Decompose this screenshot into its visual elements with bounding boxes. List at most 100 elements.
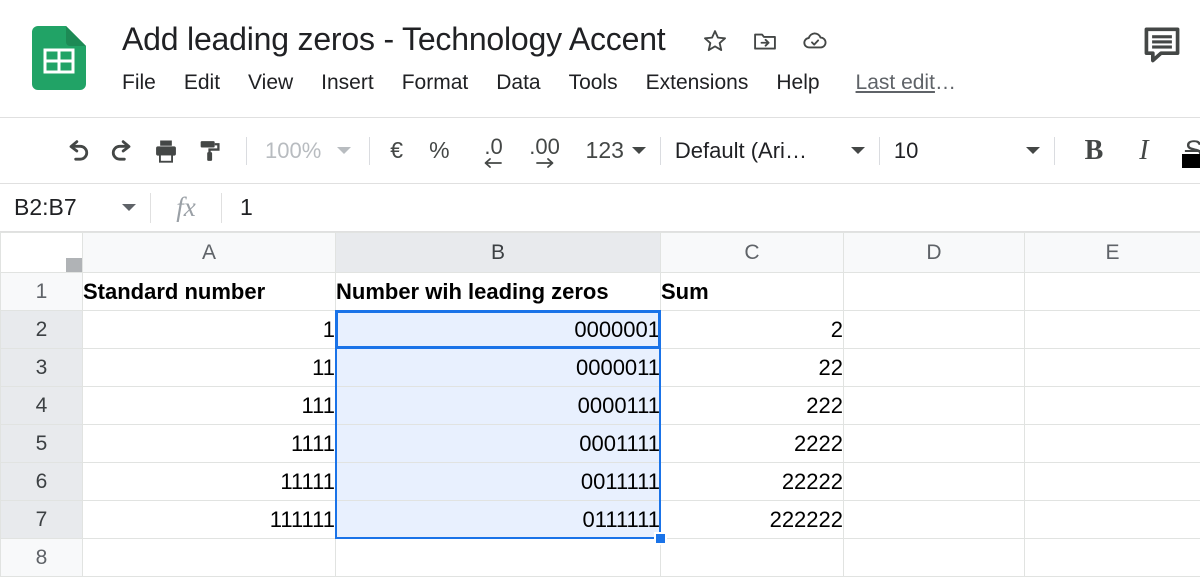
cell-e1[interactable]: [1024, 272, 1200, 311]
column-header-d[interactable]: D: [843, 232, 1025, 273]
cell-a5[interactable]: 1111: [82, 424, 336, 463]
row-header-7[interactable]: 7: [0, 500, 83, 539]
chevron-down-icon[interactable]: [122, 204, 136, 211]
cell-b8[interactable]: [335, 538, 661, 577]
cell-a7[interactable]: 111111: [82, 500, 336, 539]
document-title[interactable]: Add leading zeros - Technology Accent: [122, 16, 666, 62]
menu-item-format[interactable]: Format: [388, 68, 483, 98]
cell-d2[interactable]: [843, 310, 1025, 349]
cell-e2[interactable]: [1024, 310, 1200, 349]
cell-b3[interactable]: 0000011: [335, 348, 661, 387]
comment-icon[interactable]: [1140, 22, 1184, 66]
cell-c2[interactable]: 2: [660, 310, 844, 349]
move-to-folder-icon[interactable]: [751, 27, 779, 55]
select-all-corner[interactable]: [0, 232, 83, 273]
cloud-saved-icon[interactable]: [801, 27, 829, 55]
chevron-down-icon: [631, 147, 646, 154]
cell-d6[interactable]: [843, 462, 1025, 501]
undo-icon: [69, 139, 89, 161]
number-format-select[interactable]: 123: [586, 137, 646, 164]
row-header-6[interactable]: 6: [0, 462, 83, 501]
cell-a6[interactable]: 11111: [82, 462, 336, 501]
menu-item-edit[interactable]: Edit: [170, 68, 234, 98]
fill-handle[interactable]: [654, 532, 667, 545]
chevron-down-icon: [850, 147, 865, 154]
menu-item-view[interactable]: View: [234, 68, 307, 98]
cell-b7[interactable]: 0111111: [335, 500, 661, 539]
cell-e3[interactable]: [1024, 348, 1200, 387]
row-header-3[interactable]: 3: [0, 348, 83, 387]
sheets-logo-icon[interactable]: [32, 26, 86, 90]
cell-c4[interactable]: 222: [660, 386, 844, 425]
cell-c5[interactable]: 2222: [660, 424, 844, 463]
name-box[interactable]: B2:B7: [0, 184, 150, 231]
menu-item-data[interactable]: Data: [482, 68, 554, 98]
cell-c3[interactable]: 22: [660, 348, 844, 387]
cell-d5[interactable]: [843, 424, 1025, 463]
currency-format-button[interactable]: €: [384, 137, 409, 164]
column-header-e[interactable]: E: [1024, 232, 1200, 273]
column-header-c[interactable]: C: [660, 232, 844, 273]
cell-d7[interactable]: [843, 500, 1025, 539]
spreadsheet-grid: A B C D E 1 Standard number Number wih l…: [0, 232, 1200, 580]
title-row: Add leading zeros - Technology Accent: [122, 16, 829, 62]
formula-input[interactable]: 1: [222, 184, 1200, 231]
menu-item-extensions[interactable]: Extensions: [632, 68, 763, 98]
font-size-value: 10: [893, 137, 919, 163]
cell-e4[interactable]: [1024, 386, 1200, 425]
cell-d4[interactable]: [843, 386, 1025, 425]
undo-button[interactable]: [56, 129, 100, 173]
zoom-select[interactable]: 100%: [261, 138, 355, 164]
last-edit-status[interactable]: Last edit…: [856, 68, 956, 98]
row-header-2[interactable]: 2: [0, 310, 83, 349]
row-header-4[interactable]: 4: [0, 386, 83, 425]
select-all-triangle-icon: [66, 258, 82, 272]
cell-a1[interactable]: Standard number: [82, 272, 336, 311]
cell-c8[interactable]: [660, 538, 844, 577]
print-button[interactable]: [144, 129, 188, 173]
row-header-5[interactable]: 5: [0, 424, 83, 463]
row-header-1[interactable]: 1: [0, 272, 83, 311]
cell-c6[interactable]: 22222: [660, 462, 844, 501]
chevron-down-icon: [1025, 147, 1040, 154]
bold-button[interactable]: B: [1069, 129, 1119, 173]
column-header-b[interactable]: B: [335, 232, 661, 273]
cell-b5[interactable]: 0001111: [335, 424, 661, 463]
cell-a3[interactable]: 11: [82, 348, 336, 387]
cell-b6[interactable]: 0011111: [335, 462, 661, 501]
cell-e8[interactable]: [1024, 538, 1200, 577]
increase-decimal-button[interactable]: .00: [518, 129, 572, 173]
row-header-8[interactable]: 8: [0, 538, 83, 577]
cell-b2[interactable]: 0000001: [335, 310, 661, 349]
cell-e5[interactable]: [1024, 424, 1200, 463]
percent-format-button[interactable]: %: [423, 137, 455, 164]
menu-bar: File Edit View Insert Format Data Tools …: [122, 68, 956, 98]
italic-button[interactable]: I: [1119, 129, 1169, 173]
cell-a4[interactable]: 111: [82, 386, 336, 425]
cell-b4[interactable]: 0000111: [335, 386, 661, 425]
cell-d3[interactable]: [843, 348, 1025, 387]
font-size-select[interactable]: 10: [894, 138, 1040, 164]
font-family-select[interactable]: Default (Ari…: [675, 138, 865, 164]
menu-item-insert[interactable]: Insert: [307, 68, 388, 98]
cell-c7[interactable]: 222222: [660, 500, 844, 539]
cell-e7[interactable]: [1024, 500, 1200, 539]
redo-button[interactable]: [100, 129, 144, 173]
cell-b1[interactable]: Number wih leading zeros: [335, 272, 661, 311]
menu-item-help[interactable]: Help: [762, 68, 833, 98]
menu-item-tools[interactable]: Tools: [555, 68, 632, 98]
column-header-a[interactable]: A: [82, 232, 336, 273]
cell-e6[interactable]: [1024, 462, 1200, 501]
cell-a8[interactable]: [82, 538, 336, 577]
cell-c1[interactable]: Sum: [660, 272, 844, 311]
menu-item-file[interactable]: File: [122, 68, 170, 98]
paint-format-button[interactable]: [188, 129, 232, 173]
title-action-icons: [701, 23, 829, 55]
last-edit-label: Last edit: [855, 71, 935, 94]
star-icon[interactable]: [701, 27, 729, 55]
cell-d8[interactable]: [843, 538, 1025, 577]
decrease-decimal-button[interactable]: .0: [470, 129, 518, 173]
cell-d1[interactable]: [843, 272, 1025, 311]
cell-a2[interactable]: 1: [82, 310, 336, 349]
text-color-icon[interactable]: [1182, 154, 1200, 168]
